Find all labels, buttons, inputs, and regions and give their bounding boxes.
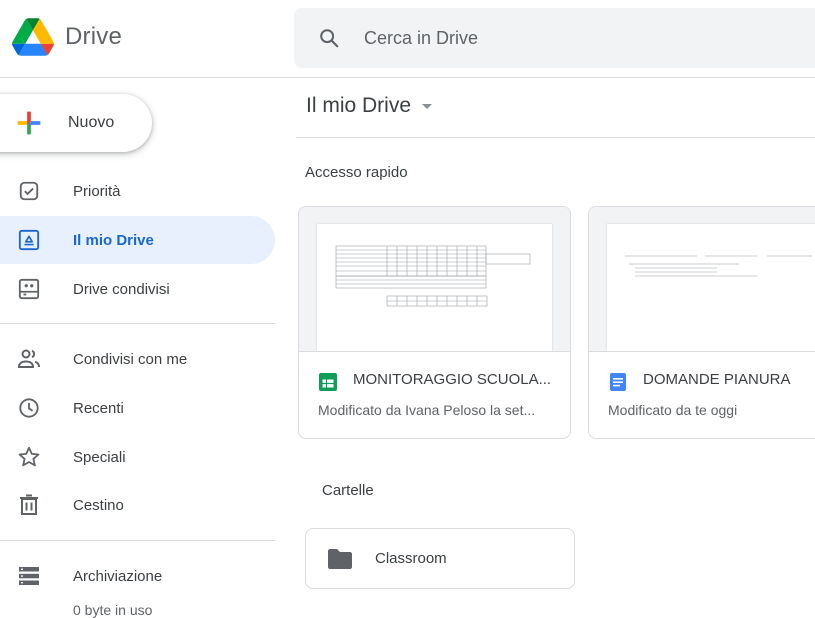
storage-icon	[17, 564, 41, 588]
sidebar-divider	[0, 540, 275, 541]
search-icon[interactable]	[318, 27, 340, 49]
folders-heading: Cartelle	[322, 482, 374, 499]
sidebar-item-label: Priorità	[73, 182, 121, 200]
sidebar-item-priority[interactable]: Priorità	[0, 167, 275, 215]
sidebar-item-shared-with-me[interactable]: Condivisi con me	[0, 335, 275, 383]
caret-down-icon	[422, 104, 433, 109]
quick-access-heading: Accesso rapido	[305, 164, 408, 181]
location-dropdown[interactable]: Il mio Drive	[306, 94, 433, 118]
sidebar-item-starred[interactable]: Speciali	[0, 433, 275, 481]
shared-drives-icon	[17, 277, 41, 301]
sidebar-item-label: Speciali	[73, 448, 126, 466]
preview-page	[317, 224, 552, 351]
sidebar-item-trash[interactable]: Cestino	[0, 481, 275, 529]
clock-icon	[17, 396, 41, 420]
drive-logo-icon	[12, 18, 54, 56]
storage-usage: 0 byte in uso	[73, 602, 153, 618]
trash-icon	[17, 493, 41, 517]
new-button-label: Nuovo	[68, 114, 115, 131]
quick-access-card[interactable]: MONITORAGGIO SCUOLA... Modificato da Iva…	[298, 206, 571, 439]
sidebar-divider	[0, 323, 275, 324]
sidebar-item-storage[interactable]: Archiviazione	[0, 552, 275, 600]
sheets-icon	[319, 373, 337, 391]
app-name: Drive	[65, 23, 123, 50]
file-preview	[589, 207, 815, 352]
priority-icon	[17, 179, 41, 203]
my-drive-icon	[17, 228, 41, 252]
main-divider	[296, 137, 815, 138]
folder-item[interactable]: Classroom	[305, 528, 575, 589]
folder-name: Classroom	[375, 550, 447, 567]
sidebar-item-shared-drives[interactable]: Drive condivisi	[0, 265, 275, 313]
file-name: MONITORAGGIO SCUOLA...	[353, 371, 552, 388]
people-icon	[17, 347, 41, 371]
sidebar-item-my-drive[interactable]: Il mio Drive	[0, 216, 275, 264]
sidebar-item-label: Condivisi con me	[73, 350, 188, 368]
file-name: DOMANDE PIANURA	[643, 371, 791, 388]
spreadsheet-thumbnail	[335, 245, 531, 307]
sidebar-item-label: Recenti	[73, 399, 124, 417]
file-modified: Modificato da te oggi	[608, 402, 738, 418]
plus-icon	[17, 111, 41, 135]
sidebar-item-label: Drive condivisi	[73, 280, 170, 298]
page-title: Il mio Drive	[306, 94, 412, 117]
sidebar-item-label: Cestino	[73, 496, 124, 514]
quick-access-card[interactable]: DOMANDE PIANURA Modificato da te oggi	[588, 206, 815, 439]
new-button[interactable]: Nuovo	[0, 94, 152, 152]
docs-icon	[610, 373, 626, 391]
document-thumbnail	[625, 255, 812, 277]
sidebar-item-label: Archiviazione	[73, 567, 163, 585]
preview-page	[607, 224, 815, 351]
drive-logo[interactable]: Drive	[12, 18, 122, 56]
folder-icon	[328, 548, 352, 569]
file-modified: Modificato da Ivana Peloso la set...	[318, 402, 536, 418]
sidebar-item-label: Il mio Drive	[73, 231, 154, 249]
file-preview	[299, 207, 570, 352]
search-input[interactable]	[364, 27, 764, 49]
sidebar-item-recent[interactable]: Recenti	[0, 384, 275, 432]
header-divider	[0, 77, 815, 78]
star-icon	[17, 445, 41, 469]
search-bar[interactable]	[294, 8, 815, 68]
